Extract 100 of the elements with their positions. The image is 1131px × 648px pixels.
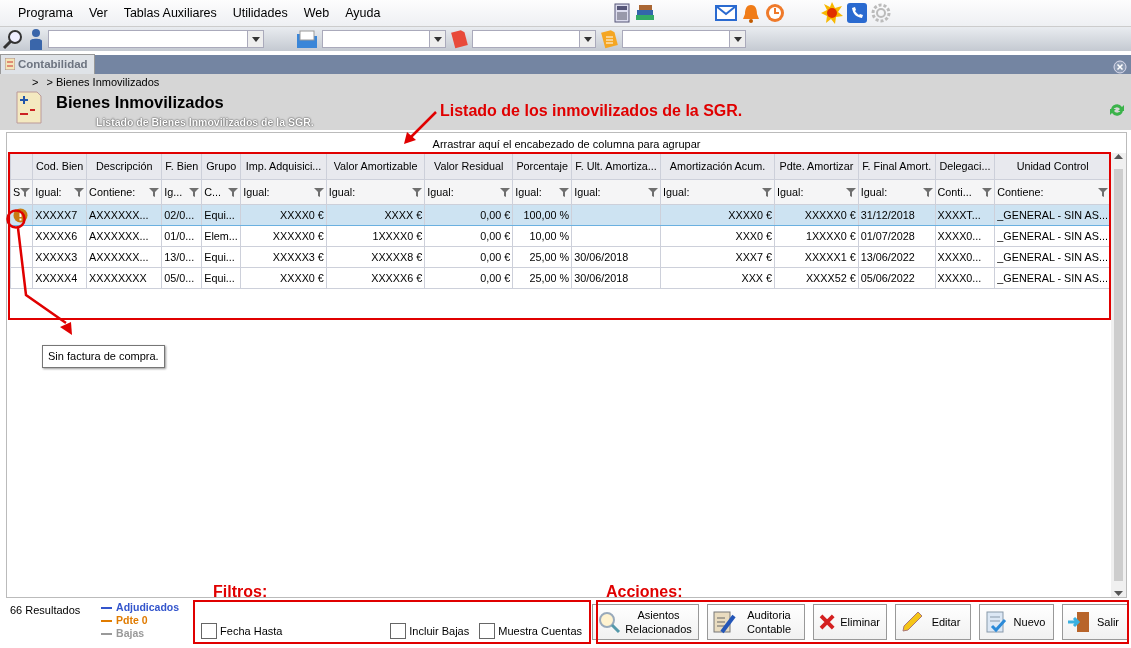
table-cell: XXXXX6 €	[371, 271, 423, 284]
table-cell: XXXX0...	[937, 271, 982, 284]
checkbox[interactable]: Incluir Bajas	[390, 622, 470, 639]
table-cell: 13/0...	[164, 250, 195, 263]
table-row[interactable]: XXXXX3 AXXXXXX... 13/0... Equi... XXXXX3 € XXXXX8 € 0,00 € 25,00 % 30/06/2018 XXX7 € XXXXX1 € 13/06/2022 XXXX0... _GENERAL - SIN AS...	[10, 246, 1111, 268]
filter-icon[interactable]	[189, 187, 200, 197]
table-cell: XXX7 €	[735, 250, 773, 263]
page-title: Bienes Inmovilizados	[56, 92, 225, 113]
caret-icon	[250, 34, 261, 44]
filter-icon[interactable]	[1098, 187, 1108, 197]
table-cell: XXX €	[741, 271, 773, 284]
dropdown-field[interactable]	[48, 30, 264, 48]
table-cell: XXXXX3	[35, 250, 78, 263]
caret-up-icon[interactable]	[1114, 153, 1123, 159]
filter-icon[interactable]	[845, 187, 856, 197]
table-cell: _GENERAL - SIN AS...	[997, 229, 1108, 242]
menu-item[interactable]: Utilidades	[224, 3, 296, 23]
table-cell: 01/07/2028	[860, 229, 915, 242]
table-cell: 1XXXX0 €	[805, 229, 856, 242]
table-cell: 0,00 €	[480, 250, 511, 263]
calculator-icon[interactable]	[613, 3, 632, 23]
dropdown-field[interactable]	[622, 30, 746, 48]
filter-icon[interactable]	[228, 187, 239, 197]
table-cell: 31/12/2018	[860, 208, 915, 221]
table-cell: 10,00 %	[529, 229, 570, 242]
filter-icon[interactable]	[149, 187, 160, 197]
phone-icon[interactable]	[847, 3, 868, 23]
table-cell: 05/0...	[164, 271, 195, 284]
table-row[interactable]: XXXXX6 AXXXXXX... 01/0... Elem... XXXXX0 € 1XXXX0 € 0,00 € 10,00 % XXX0 € 1XXXX0 € 01/07/2028 XXXX0... _GENERAL - SIN AS...	[10, 225, 1111, 247]
close-icon[interactable]	[1113, 60, 1127, 74]
tab[interactable]: Contabilidad	[0, 53, 95, 74]
starburst-icon[interactable]	[821, 2, 844, 24]
filter-icon[interactable]	[412, 187, 423, 197]
legend-item: Pdte 0	[116, 614, 148, 627]
column-header[interactable]: Pdte. Amortizar	[774, 153, 859, 180]
table-row[interactable]: XXXXX7 AXXXXXX... 02/0... Equi... XXXX0 € XXXX € 0,00 € 100,00 % XXXX0 € XXXXX0 € 31/12/2018 XXXXT... _GENERAL - SIN AS...	[10, 204, 1111, 226]
action-button[interactable]: Auditoria Contable	[707, 604, 805, 640]
filter-icon[interactable]	[313, 187, 324, 197]
table-cell: 30/06/2018	[574, 271, 629, 284]
magnifier-icon	[597, 610, 621, 634]
table-cell: XXXXX4	[35, 271, 78, 284]
filter-icon[interactable]	[648, 187, 658, 197]
menu-item[interactable]: Ayuda	[337, 3, 389, 23]
search-icon[interactable]	[2, 28, 24, 50]
person-icon	[28, 28, 44, 50]
column-header[interactable]: Amortización Acum.	[660, 153, 775, 180]
menu-item[interactable]: Tablas Auxiliares	[115, 3, 225, 23]
dropdown-field[interactable]	[322, 30, 446, 48]
column-header[interactable]: Valor Amortizable	[326, 153, 425, 180]
table-row[interactable]: XXXXX4 XXXXXXXX 05/0... Equi... XXXX0 € XXXXX6 € 0,00 € 25,00 % 30/06/2018 XXX € XXXX52 € 05/06/2022 XXXX0... _GENERAL - SIN AS...	[10, 267, 1111, 289]
table-cell: XXX0 €	[735, 229, 773, 242]
bell-icon[interactable]	[741, 3, 762, 23]
clipboard-pen-icon	[712, 610, 736, 634]
table-cell: XXXXX8 €	[371, 250, 423, 263]
annotation-label: Filtros:	[213, 582, 268, 602]
dropdown-field[interactable]	[472, 30, 596, 48]
table-cell: XXXXX3 €	[272, 250, 324, 263]
table-cell: XXXXXXXX	[89, 271, 147, 284]
action-button[interactable]: Editar	[895, 604, 971, 640]
table-cell: 0,00 €	[480, 208, 511, 221]
column-header[interactable]: F. Ult. Amortiza...	[571, 153, 661, 180]
table-cell: Equi...	[204, 250, 235, 263]
action-button[interactable]: Salir	[1062, 604, 1128, 640]
caret-icon	[732, 34, 743, 44]
filter-icon[interactable]	[922, 187, 933, 197]
table-cell: XXXX0...	[937, 229, 982, 242]
table-cell: 30/06/2018	[574, 250, 629, 263]
filter-icon[interactable]	[559, 187, 570, 197]
filter-icon[interactable]	[762, 187, 773, 197]
action-button[interactable]: Asientos Relacionados	[592, 604, 699, 640]
legend-item: Adjudicados	[116, 601, 180, 614]
column-header[interactable]: Unidad Control	[994, 153, 1111, 180]
filter-icon[interactable]	[20, 187, 31, 197]
column-header[interactable]: Valor Residual	[424, 153, 513, 180]
table-cell: Equi...	[204, 208, 235, 221]
table-cell: 25,00 %	[529, 250, 570, 263]
table-cell: _GENERAL - SIN AS...	[997, 271, 1108, 284]
column-header[interactable]: Imp. Adquisici...	[240, 153, 327, 180]
table-cell: XXXX52 €	[805, 271, 856, 284]
checkbox[interactable]: Muestra Cuentas	[479, 622, 582, 639]
menu-item[interactable]: Ver	[80, 3, 116, 23]
menu-item[interactable]: Programa	[10, 3, 81, 23]
scrollbar[interactable]	[1111, 153, 1126, 597]
filter-icon[interactable]	[982, 187, 993, 197]
group-hint: Arrastrar aquí el encabezado de columna para agrupar	[431, 137, 702, 152]
column-header[interactable]: Descripción	[86, 153, 162, 180]
filter-icon[interactable]	[74, 187, 85, 197]
action-button[interactable]: Eliminar	[813, 604, 887, 640]
action-button[interactable]: Nuevo	[979, 604, 1054, 640]
books-icon[interactable]	[635, 4, 656, 22]
breadcrumb-item[interactable]: > Bienes Inmovilizados	[46, 73, 160, 91]
filter-icon[interactable]	[500, 187, 511, 197]
breadcrumb-item[interactable]: >	[32, 73, 39, 91]
clock-icon[interactable]	[765, 3, 786, 23]
menu-item[interactable]: Web	[295, 3, 338, 23]
table-cell: 25,00 %	[529, 271, 570, 284]
checkbox[interactable]: Fecha Hasta	[201, 622, 283, 639]
column-header[interactable]: F. Final Amort.	[858, 153, 936, 180]
results-count: 66 Resultados	[10, 603, 82, 618]
envelope-icon[interactable]	[715, 4, 738, 22]
